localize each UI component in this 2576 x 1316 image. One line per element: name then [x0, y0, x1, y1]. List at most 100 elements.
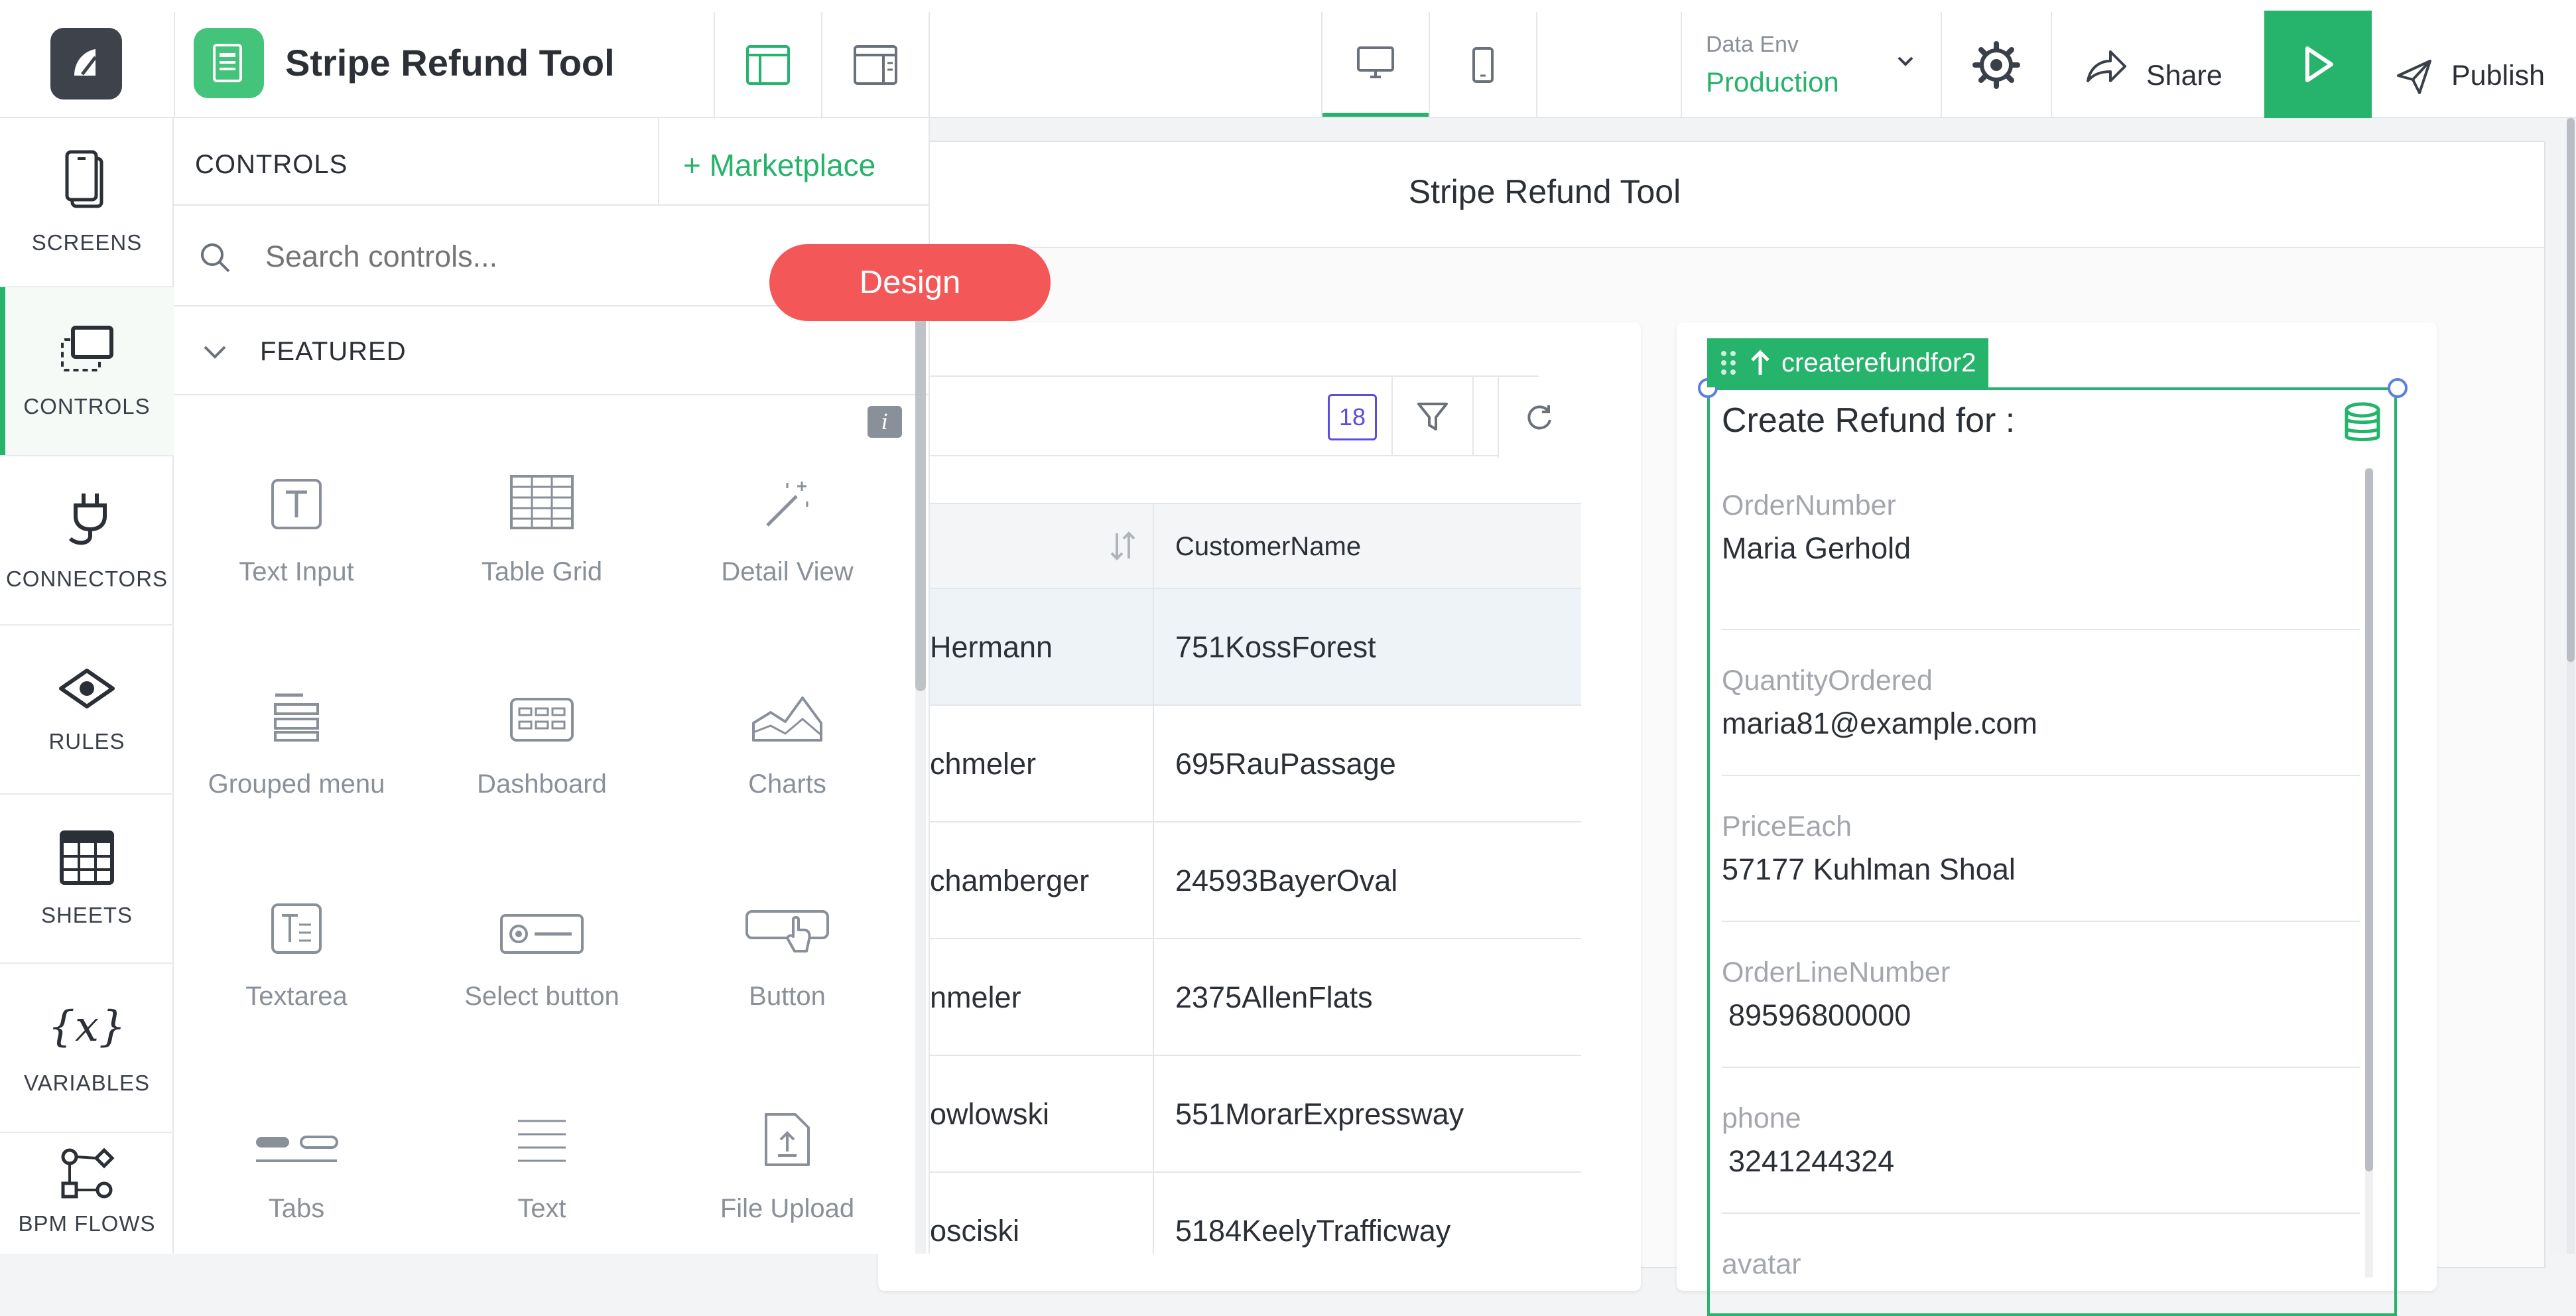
- dashboard-icon: [510, 698, 574, 742]
- control-label: Table Grid: [481, 557, 603, 586]
- eye-icon: [59, 668, 115, 708]
- logo-icon: [74, 49, 97, 76]
- control-label: Tabs: [268, 1194, 325, 1223]
- canvas-scrollbar[interactable]: [2567, 118, 2575, 1254]
- column-header-customername[interactable]: CustomerName: [1175, 532, 1361, 562]
- table-row[interactable]: owlowski 551MorarExpressway: [930, 1056, 1581, 1173]
- control-label: Grouped menu: [208, 769, 385, 799]
- detail-scrollbar[interactable]: [2365, 468, 2373, 1278]
- controls-icon: [61, 325, 113, 371]
- rail-item-bpm-flows[interactable]: BPM FLOWS: [0, 1133, 174, 1254]
- control-text[interactable]: Text: [419, 1075, 665, 1287]
- column-divider: [1153, 504, 1154, 589]
- desktop-view-button[interactable]: [1322, 13, 1429, 117]
- marketplace-button[interactable]: + Marketplace: [683, 147, 875, 183]
- share-icon: [2087, 50, 2126, 82]
- top-bar: Stripe Refund Tool Data Env Production S…: [0, 0, 2576, 118]
- table-header: CustomerName: [930, 504, 1581, 589]
- control-label: Button: [749, 982, 826, 1011]
- control-file-upload[interactable]: File Upload: [665, 1075, 910, 1287]
- database-icon[interactable]: [2343, 402, 2382, 444]
- section-label: FEATURED: [260, 337, 407, 366]
- control-table-grid[interactable]: Table Grid: [419, 438, 665, 650]
- field-value: 3241244324: [1728, 1144, 1895, 1178]
- app-title: Stripe Refund Tool: [285, 42, 615, 84]
- table-row[interactable]: Hermann 751KossForest: [930, 589, 1581, 706]
- data-env-label: Data Env: [1706, 32, 1799, 57]
- design-mode-badge[interactable]: Design: [769, 244, 1051, 321]
- control-label: Charts: [748, 769, 826, 799]
- control-label: Text Input: [239, 557, 354, 586]
- control-button[interactable]: Button: [665, 862, 910, 1075]
- panel-scrollbar[interactable]: [915, 306, 926, 1254]
- refresh-button[interactable]: [1498, 377, 1580, 458]
- rail-label: BPM FLOWS: [18, 1211, 156, 1236]
- rail-item-connectors[interactable]: CONNECTORS: [0, 456, 174, 625]
- rail-item-sheets[interactable]: SHEETS: [0, 795, 174, 964]
- preview-button[interactable]: [2264, 11, 2372, 118]
- control-detail-view[interactable]: Detail View: [665, 438, 910, 650]
- control-charts[interactable]: Charts: [665, 650, 910, 862]
- table-row[interactable]: chmeler 695RauPassage: [930, 706, 1581, 822]
- table-row[interactable]: osciski 5184KeelyTrafficway: [930, 1173, 1581, 1254]
- detail-card: createrefundfor2 Create Refund for : Ord…: [1677, 322, 2437, 1316]
- resize-handle-right[interactable]: [2388, 378, 2408, 398]
- refresh-icon: [1527, 405, 1551, 430]
- control-text-input[interactable]: Text Input: [174, 438, 419, 650]
- rail-label: SCREENS: [31, 230, 143, 255]
- mobile-icon: [1472, 47, 1494, 83]
- control-tabs[interactable]: Tabs: [174, 1075, 419, 1287]
- desktop-icon: [1357, 46, 1394, 78]
- field-quantityordered: QuantityOrdered maria81@example.com: [1722, 630, 2360, 776]
- sheets-icon: [60, 830, 114, 885]
- control-label: Dashboard: [477, 769, 607, 799]
- rail-label: CONTROLS: [23, 393, 151, 419]
- settings-button[interactable]: [1942, 13, 2051, 117]
- app-logo[interactable]: [50, 28, 122, 99]
- rail-item-rules[interactable]: RULES: [0, 625, 174, 795]
- field-value: 57177 Kuhlman Shoal: [1722, 852, 2016, 886]
- screen-title: Stripe Refund Tool: [1408, 173, 1681, 210]
- table-row[interactable]: chamberger 24593BayerOval: [930, 822, 1581, 939]
- layout-right-panel-button[interactable]: [822, 13, 929, 117]
- info-icon[interactable]: i: [868, 406, 902, 438]
- project-icon: [194, 28, 264, 98]
- mobile-view-button[interactable]: [1430, 13, 1536, 117]
- control-grouped-menu[interactable]: Grouped menu: [174, 650, 419, 862]
- send-icon: [2397, 60, 2431, 94]
- control-textarea[interactable]: Textarea: [174, 862, 419, 1075]
- table-row[interactable]: nmeler 2375AllenFlats: [930, 939, 1581, 1056]
- rail-item-controls[interactable]: CONTROLS: [0, 287, 174, 456]
- table-cell: 551MorarExpressway: [1175, 1097, 1464, 1131]
- control-label: Detail View: [721, 557, 854, 586]
- screen-header: Stripe Refund Tool: [918, 142, 2544, 248]
- publish-button[interactable]: Publish: [2372, 13, 2576, 117]
- tabs-icon: [256, 1136, 338, 1162]
- field-value: 89596800000: [1728, 998, 1911, 1032]
- button-icon: [745, 910, 829, 953]
- control-select-button[interactable]: Select button: [419, 862, 665, 1075]
- field-phone: phone 3241244324: [1722, 1068, 2360, 1214]
- screens-icon: [65, 150, 103, 208]
- chevron-down-icon: [1898, 56, 1913, 66]
- rail-item-screens[interactable]: SCREENS: [0, 118, 174, 287]
- record-count-badge: 18: [1328, 394, 1377, 440]
- filter-button[interactable]: [1391, 377, 1472, 456]
- detail-heading: Create Refund for :: [1722, 401, 2016, 440]
- publish-label: Publish: [2451, 60, 2545, 92]
- component-tag[interactable]: createrefundfor2: [1707, 338, 1988, 387]
- table-cell: 24593BayerOval: [1175, 864, 1398, 897]
- grouped-menu-icon: [274, 693, 319, 742]
- control-label: Select button: [464, 982, 619, 1011]
- share-button[interactable]: Share: [2052, 13, 2264, 117]
- sort-icon[interactable]: [1106, 529, 1139, 562]
- layout-left-panel-button[interactable]: [715, 13, 821, 117]
- control-dashboard[interactable]: Dashboard: [419, 650, 665, 862]
- data-env-dropdown[interactable]: Data Env Production: [1682, 13, 1941, 117]
- field-list: OrderNumber Maria Gerhold QuantityOrdere…: [1722, 484, 2360, 1293]
- field-label: OrderNumber: [1722, 490, 1896, 521]
- rail-item-variables[interactable]: {x} VARIABLES: [0, 964, 174, 1133]
- gear-icon: [1972, 41, 2020, 89]
- field-priceeach: PriceEach 57177 Kuhlman Shoal: [1722, 776, 2360, 922]
- rail-label: RULES: [48, 728, 125, 754]
